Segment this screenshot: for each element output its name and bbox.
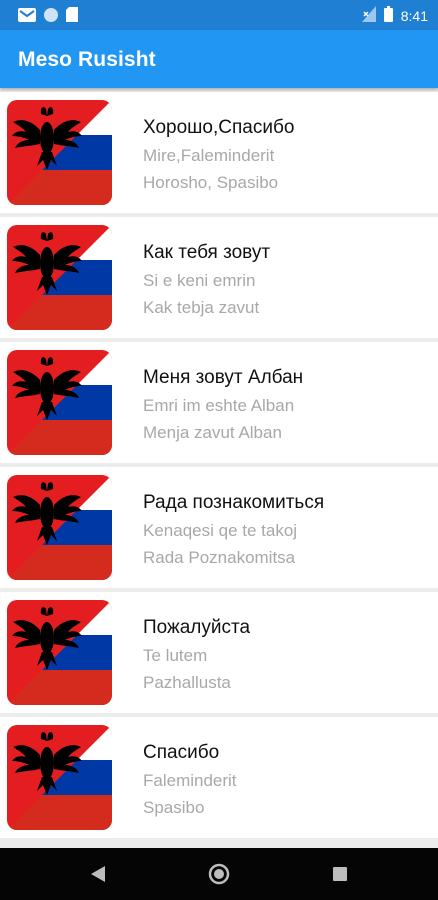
gmail-icon <box>18 7 36 27</box>
transliteration: Horosho, Spasibo <box>143 173 279 192</box>
battery-icon <box>383 6 393 25</box>
phrase-list[interactable]: Хорошо,Спасибо Mire,Faleminderit Horosho… <box>0 92 438 842</box>
albanian-translation: Si e keni emrin <box>143 271 256 290</box>
list-item[interactable]: Меня зовут Албан Emri im eshte Alban Men… <box>0 342 438 463</box>
status-time: 8:41 <box>400 7 428 24</box>
back-icon[interactable] <box>86 862 110 886</box>
albania-russia-flag-icon <box>7 100 112 205</box>
albanian-translation: Faleminderit <box>143 771 237 790</box>
albanian-translation: Mire,Faleminderit <box>143 146 275 165</box>
transliteration: Menja zavut Alban <box>143 423 282 442</box>
transliteration: Pazhallusta <box>143 673 231 692</box>
albanian-translation: Emri im eshte Alban <box>143 396 295 415</box>
russian-phrase: Хорошо,Спасибо <box>143 117 295 138</box>
albania-russia-flag-icon <box>7 350 112 455</box>
signal-icon <box>361 6 376 25</box>
albanian-translation: Kenaqesi qe te takoj <box>143 521 298 540</box>
status-bar: 8:41 <box>0 0 438 30</box>
circle-icon <box>44 7 58 27</box>
russian-phrase: Спасибо <box>143 742 220 763</box>
russian-phrase: Пожалуйста <box>143 617 251 638</box>
app-title: Meso Rusisht <box>18 48 156 71</box>
albania-russia-flag-icon <box>7 600 112 705</box>
albanian-translation: Te lutem <box>143 646 208 665</box>
russian-phrase: Как тебя зовут <box>143 242 271 263</box>
russian-phrase: Меня зовут Албан <box>143 367 304 388</box>
list-item[interactable]: Пожалуйста Te lutem Pazhallusta <box>0 592 438 713</box>
albania-russia-flag-icon <box>7 725 112 830</box>
transliteration: Kak tebja zavut <box>143 298 260 317</box>
list-item[interactable]: Спасибо Faleminderit Spasibo <box>0 717 438 838</box>
list-item[interactable]: Как тебя зовут Si e keni emrin Kak tebja… <box>0 217 438 338</box>
transliteration: Spasibo <box>143 798 205 817</box>
list-item[interactable]: Рада познакомиться Kenaqesi qe te takoj … <box>0 467 438 588</box>
home-icon[interactable] <box>207 862 231 886</box>
navigation-bar <box>0 848 438 900</box>
russian-phrase: Рада познакомиться <box>143 492 325 513</box>
recents-icon[interactable] <box>328 862 352 886</box>
transliteration: Rada Poznakomitsa <box>143 548 296 567</box>
sd-card-icon <box>66 7 78 27</box>
albania-russia-flag-icon <box>7 225 112 330</box>
app-bar: Meso Rusisht <box>0 30 438 88</box>
albania-russia-flag-icon <box>7 475 112 580</box>
list-item[interactable]: Хорошо,Спасибо Mire,Faleminderit Horosho… <box>0 92 438 213</box>
